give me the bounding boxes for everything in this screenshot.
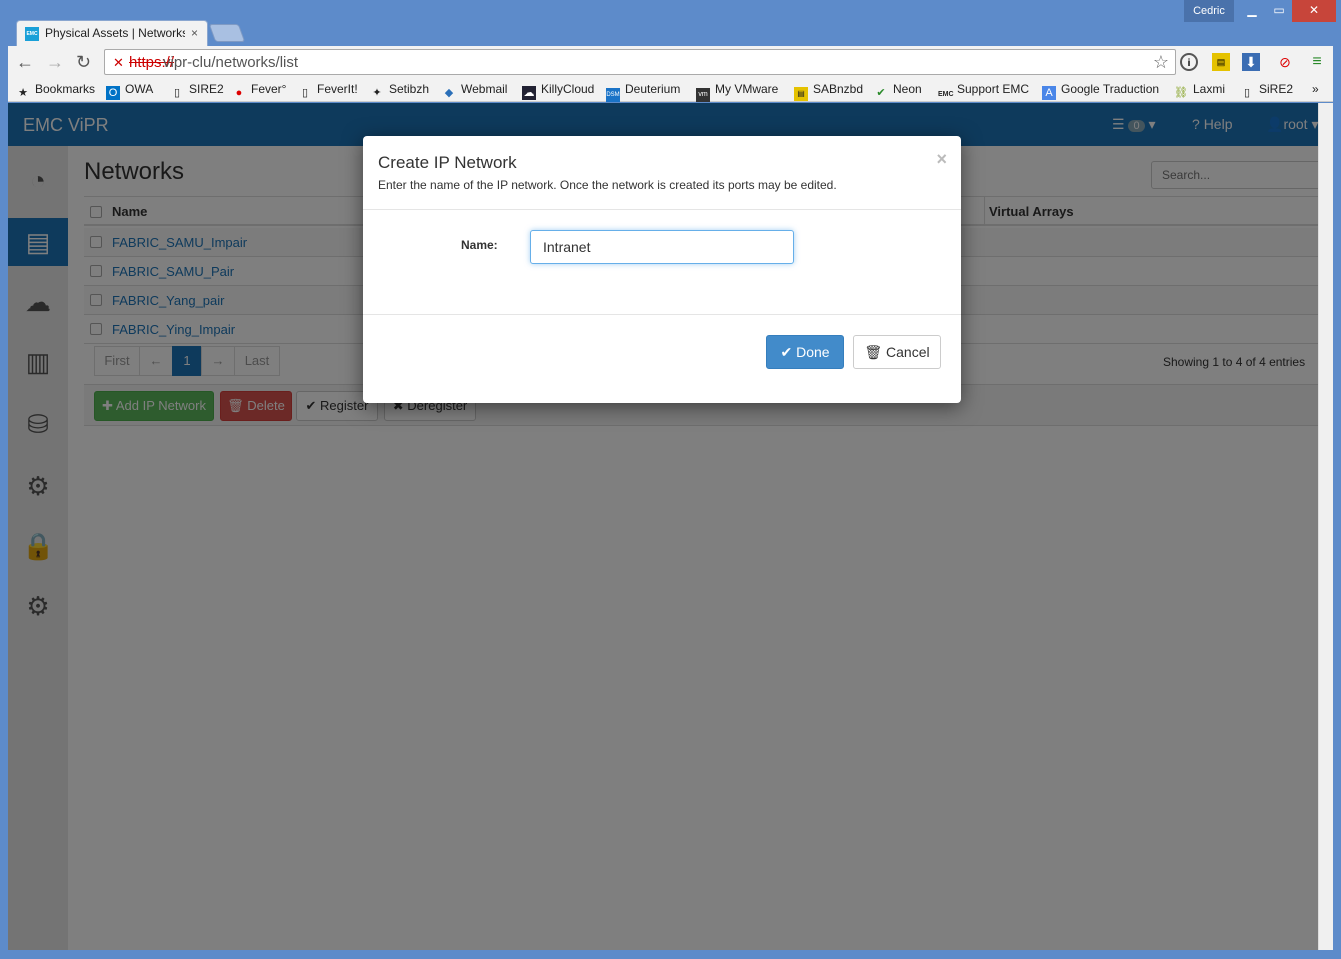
emc-icon: EMC	[938, 91, 954, 98]
insecure-lock-icon: ✕	[113, 55, 124, 70]
trash-icon: 🗑	[864, 344, 883, 360]
modal-subtitle: Enter the name of the IP network. Once t…	[378, 178, 837, 192]
bookmark-item[interactable]: O OWA	[106, 82, 153, 100]
adblock-extension-icon[interactable]: ⊘	[1276, 53, 1294, 71]
cancel-button[interactable]: 🗑 Cancel	[853, 335, 941, 369]
bookmark-item[interactable]: ▯ FeverIt!	[298, 82, 358, 100]
network-name-input[interactable]	[530, 230, 794, 264]
bookmark-item[interactable]: ▯ SiRE2	[1240, 82, 1293, 100]
drop-icon: ●	[235, 87, 243, 99]
check-icon: ✔	[876, 87, 886, 99]
sabnzbd-extension-icon[interactable]: ▤	[1212, 53, 1230, 71]
bookmark-item[interactable]: ✔ Neon	[874, 82, 921, 100]
bookmark-item[interactable]: ★ Bookmarks	[16, 82, 95, 100]
dsm-icon: DSM	[606, 88, 620, 102]
close-icon[interactable]: ×	[936, 149, 947, 170]
page-icon: ▯	[1243, 87, 1251, 99]
bookmark-item[interactable]: ✦ Setibzh	[370, 82, 429, 100]
close-window-icon[interactable]: ✕	[1292, 0, 1336, 22]
browser-toolbar: ← → ↻ ✕ https:// vipr-clu/networks/list …	[8, 46, 1333, 78]
link-icon: ⛓	[1174, 87, 1188, 99]
bookmark-item[interactable]: DSM Deuterium	[606, 82, 680, 102]
new-tab-button[interactable]	[208, 24, 246, 42]
back-icon[interactable]: ←	[16, 52, 34, 72]
info-extension-icon[interactable]: i	[1180, 53, 1198, 71]
maximize-icon[interactable]: ▭	[1266, 0, 1292, 22]
bookmark-star-icon[interactable]: ☆	[1153, 52, 1169, 73]
bookmark-item[interactable]: A Google Traduction	[1042, 82, 1159, 100]
download-extension-icon[interactable]: ⬇	[1242, 53, 1260, 71]
bookmark-item[interactable]: ▯ SIRE2	[170, 82, 224, 100]
bookmarks-bar: ★ Bookmarks O OWA ▯ SIRE2 ● Fever° ▯ FeverIt!…	[8, 78, 1333, 102]
forward-icon[interactable]: →	[46, 52, 64, 72]
vmware-icon: vm	[696, 88, 710, 102]
page-icon: ▯	[301, 87, 309, 99]
bookmark-item[interactable]: vm My VMware	[696, 82, 778, 102]
bookmark-item[interactable]: ● Fever°	[232, 82, 287, 100]
profile-button[interactable]: Cedric	[1184, 0, 1234, 22]
create-ip-network-dialog: Create IP Network Enter the name of the …	[363, 136, 961, 403]
name-label: Name:	[461, 238, 498, 252]
reload-icon[interactable]: ↻	[76, 52, 91, 72]
bookmark-item[interactable]: ⛓ Laxmi	[1174, 82, 1225, 100]
seti-icon: ✦	[372, 87, 382, 99]
emc-favicon-icon: EMC	[25, 27, 39, 41]
minimize-icon[interactable]: ▁	[1238, 0, 1266, 22]
modal-header: Create IP Network Enter the name of the …	[363, 136, 961, 210]
menu-icon[interactable]: ≡	[1308, 53, 1326, 71]
tab-close-icon[interactable]: ×	[191, 26, 198, 40]
translate-icon: A	[1042, 86, 1056, 100]
outlook-icon: O	[106, 86, 120, 100]
browser-tab[interactable]: EMC Physical Assets | Networks ×	[16, 20, 208, 46]
bookmark-item[interactable]: ◆ Webmail	[442, 82, 508, 100]
cloud-icon: ☁	[522, 86, 536, 100]
address-bar[interactable]: ✕ https:// vipr-clu/networks/list ☆	[104, 49, 1176, 75]
webmail-icon: ◆	[444, 87, 454, 99]
bookmarks-overflow[interactable]: »	[1312, 82, 1319, 96]
modal-title: Create IP Network	[378, 153, 517, 172]
sabnzbd-icon: ▤	[794, 87, 808, 101]
tab-title: Physical Assets | Networks	[45, 26, 185, 40]
url-path: vipr-clu/networks/list	[163, 54, 299, 71]
page-scrollbar[interactable]	[1318, 103, 1333, 950]
check-circle-icon: ✔	[780, 344, 793, 360]
modal-footer: ✔ Done 🗑 Cancel	[363, 314, 961, 403]
done-button[interactable]: ✔ Done	[766, 335, 844, 369]
star-icon: ★	[18, 87, 28, 99]
bookmark-item[interactable]: ☁ KillyCloud	[522, 82, 594, 100]
title-bar: EMC Physical Assets | Networks × Cedric …	[0, 0, 1341, 46]
bookmark-item[interactable]: EMC Support EMC	[938, 82, 1029, 102]
page-icon: ▯	[173, 87, 181, 99]
bookmark-item[interactable]: ▤ SABnzbd	[794, 82, 863, 101]
